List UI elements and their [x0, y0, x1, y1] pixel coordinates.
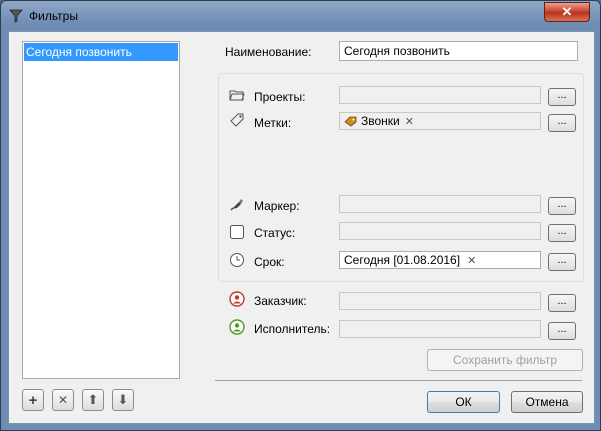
clear-deadline-icon[interactable]: ✕ — [467, 255, 476, 267]
tags-field[interactable]: Звонки ✕ — [339, 112, 541, 130]
delete-filter-button[interactable]: ✕ — [52, 389, 74, 411]
name-input[interactable]: Сегодня позвонить — [339, 41, 578, 61]
name-label: Наименование: — [225, 45, 312, 59]
deadline-browse-button[interactable]: ... — [548, 253, 576, 271]
deadline-field[interactable]: Сегодня [01.08.2016] ✕ — [339, 251, 541, 269]
filters-dialog: Фильтры ✕ Сегодня позвонить Наименование… — [0, 0, 601, 431]
customer-field[interactable] — [339, 292, 541, 310]
move-up-button[interactable]: ⬆ — [82, 389, 104, 411]
projects-label: Проекты: — [254, 90, 306, 104]
status-field[interactable] — [339, 222, 541, 240]
window-title: Фильтры — [29, 9, 78, 23]
tag-chip-icon — [344, 116, 357, 127]
status-label: Статус: — [254, 226, 296, 240]
save-filter-button[interactable]: Сохранить фильтр — [427, 349, 583, 371]
folder-icon — [229, 90, 245, 101]
marker-label: Маркер: — [254, 199, 300, 213]
marker-browse-button[interactable]: ... — [548, 197, 576, 215]
filters-list[interactable]: Сегодня позвонить — [22, 41, 180, 379]
plus-icon: + — [28, 391, 38, 409]
marker-field[interactable] — [339, 195, 541, 213]
executor-field[interactable] — [339, 320, 541, 338]
tag-icon — [230, 113, 244, 127]
customer-browse-button[interactable]: ... — [548, 294, 576, 312]
deadline-value: Сегодня [01.08.2016] — [344, 253, 461, 267]
ok-button[interactable]: ОК — [427, 391, 500, 413]
remove-tag-icon[interactable]: ✕ — [405, 116, 414, 128]
move-down-button[interactable]: ⬇ — [112, 389, 134, 411]
title-bar[interactable]: Фильтры ✕ — [1, 1, 600, 31]
executor-browse-button[interactable]: ... — [548, 322, 576, 340]
projects-browse-button[interactable]: ... — [548, 88, 576, 106]
clock-icon — [230, 253, 244, 267]
list-item[interactable]: Сегодня позвонить — [24, 43, 178, 61]
close-icon: ✕ — [561, 4, 573, 19]
executor-label: Исполнитель: — [254, 322, 331, 336]
arrow-down-icon: ⬇ — [117, 392, 129, 407]
tag-chip-label: Звонки — [361, 114, 400, 128]
projects-field[interactable] — [339, 86, 541, 104]
add-filter-button[interactable]: + — [22, 389, 44, 411]
funnel-icon — [9, 9, 23, 23]
executor-icon — [229, 319, 245, 335]
marker-icon — [230, 199, 243, 211]
dialog-body: Сегодня позвонить Наименование: Сегодня … — [8, 31, 595, 424]
tags-label: Метки: — [254, 116, 292, 130]
status-browse-button[interactable]: ... — [548, 224, 576, 242]
checkbox-icon — [230, 225, 244, 239]
customer-label: Заказчик: — [254, 294, 307, 308]
cross-icon: ✕ — [57, 393, 69, 407]
deadline-label: Срок: — [254, 255, 285, 269]
divider — [215, 380, 582, 381]
arrow-up-icon: ⬆ — [87, 392, 99, 407]
close-button[interactable]: ✕ — [544, 2, 590, 22]
tags-browse-button[interactable]: ... — [548, 114, 576, 132]
cancel-button[interactable]: Отмена — [511, 391, 583, 413]
customer-icon — [229, 291, 245, 307]
